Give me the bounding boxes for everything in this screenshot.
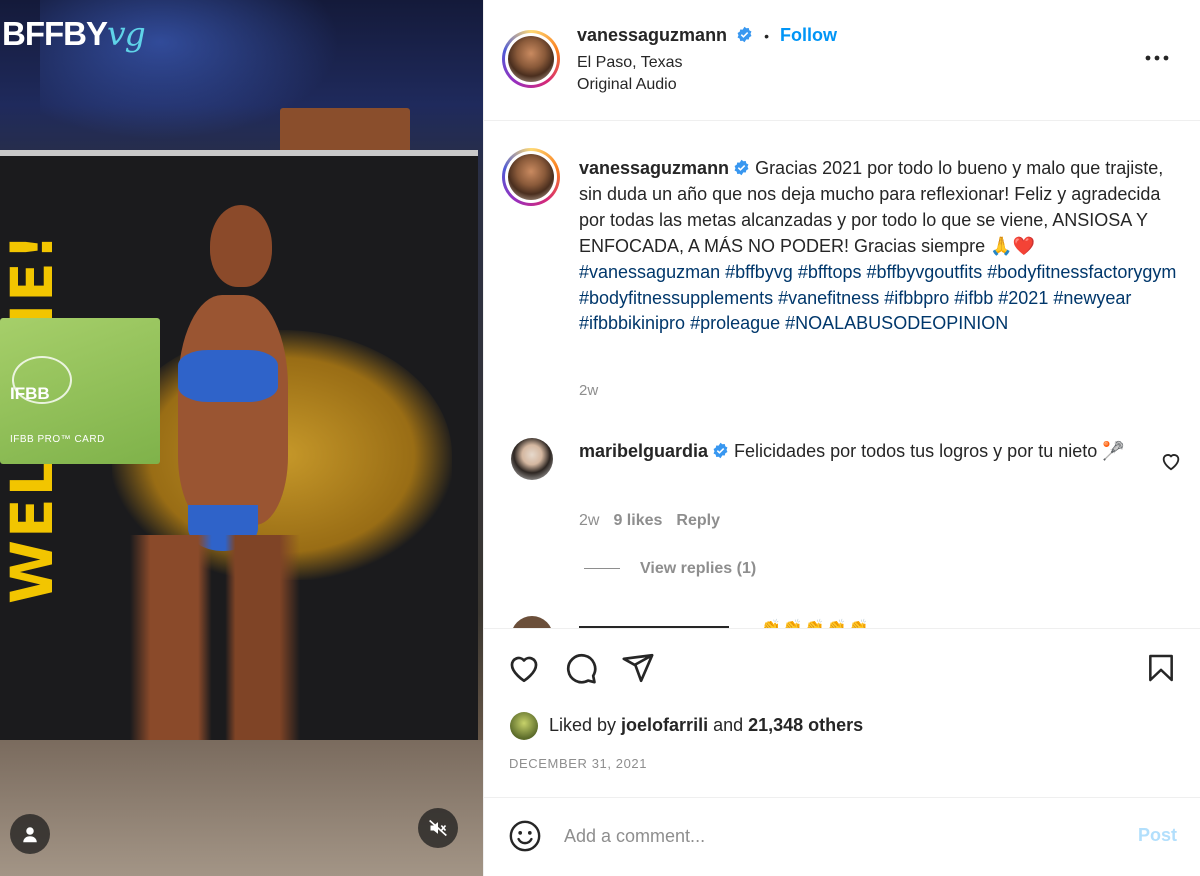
post-header: vanessaguzmann • Follow El Paso, Texas O… bbox=[484, 0, 1200, 121]
post-date[interactable]: DECEMBER 31, 2021 bbox=[509, 756, 647, 771]
partial-commenter-username[interactable] bbox=[579, 616, 729, 628]
header-separator: • bbox=[764, 28, 769, 44]
heart-icon bbox=[510, 656, 538, 683]
commenter-username[interactable]: maribelguardia bbox=[579, 441, 708, 461]
likes-count[interactable]: 21,348 others bbox=[748, 715, 863, 735]
reply-button[interactable]: Reply bbox=[676, 512, 720, 529]
bookmark-icon bbox=[1149, 654, 1173, 682]
comment-body: Felicidades por todos tus logros y por t… bbox=[729, 441, 1125, 461]
floor bbox=[0, 740, 483, 876]
more-options-icon bbox=[1145, 55, 1169, 61]
liker-username[interactable]: joelofarrili bbox=[621, 715, 708, 735]
comment-likes[interactable]: 9 likes bbox=[613, 512, 662, 529]
athlete-figure bbox=[130, 201, 310, 815]
view-replies-button[interactable]: View replies (1) bbox=[584, 560, 756, 578]
comment-meta: 2w 9 likes Reply bbox=[579, 512, 720, 530]
liker-avatar[interactable] bbox=[510, 712, 538, 740]
post-audio[interactable]: Original Audio bbox=[577, 76, 677, 94]
author-avatar[interactable] bbox=[502, 30, 560, 88]
partial-comment-item: 👏👏👏👏👏 bbox=[511, 614, 1191, 628]
share-icon bbox=[622, 653, 654, 683]
brand-main: BFFBY bbox=[2, 15, 108, 52]
post-details-panel: vanessaguzmann • Follow El Paso, Texas O… bbox=[483, 0, 1200, 876]
action-bar bbox=[484, 628, 1200, 708]
caption-author-avatar[interactable] bbox=[502, 148, 560, 206]
caption-hashtags[interactable]: #vanessaguzman #bffbyvg #bfftops #bffbyv… bbox=[579, 262, 1176, 334]
comment-button[interactable] bbox=[564, 651, 598, 685]
ifbb-card-label: IFBB PRO™ CARD bbox=[10, 434, 105, 445]
verified-badge-icon bbox=[713, 442, 728, 459]
author-line: vanessaguzmann • Follow bbox=[577, 25, 837, 46]
emoji-icon[interactable] bbox=[508, 819, 542, 853]
save-button[interactable] bbox=[1144, 651, 1178, 685]
comment-icon bbox=[566, 654, 597, 684]
caption-username[interactable]: vanessaguzmann bbox=[579, 158, 729, 178]
audio-toggle-button[interactable] bbox=[418, 808, 458, 848]
more-options-button[interactable] bbox=[1142, 46, 1172, 70]
partial-commenter-avatar[interactable] bbox=[511, 616, 553, 628]
replies-divider bbox=[584, 568, 620, 570]
follow-button[interactable]: Follow bbox=[780, 25, 837, 45]
likes-middle: and bbox=[708, 715, 749, 735]
brand-watermark: BFFBYvg bbox=[2, 14, 146, 53]
likes-text: Liked by joelofarrili and 21,348 others bbox=[549, 715, 863, 736]
muted-audio-icon bbox=[429, 819, 447, 837]
comment-input[interactable] bbox=[564, 820, 1104, 852]
comment-like-heart-icon[interactable] bbox=[1160, 450, 1182, 472]
post-comment-button[interactable]: Post bbox=[1138, 825, 1177, 846]
author-username[interactable]: vanessaguzmann bbox=[577, 25, 727, 45]
ifbb-card-brand: IFBB bbox=[10, 384, 50, 403]
add-comment-bar: Post bbox=[484, 797, 1200, 876]
caption-text: vanessaguzmann Gracias 2021 por todo lo … bbox=[579, 156, 1179, 337]
verified-badge-icon bbox=[734, 159, 749, 176]
tagged-users-button[interactable] bbox=[10, 814, 50, 854]
commenter-avatar[interactable] bbox=[511, 438, 553, 480]
caption-timestamp[interactable]: 2w bbox=[579, 382, 598, 399]
post-location[interactable]: El Paso, Texas bbox=[577, 54, 683, 72]
user-icon bbox=[23, 827, 37, 843]
brand-script: vg bbox=[107, 14, 146, 53]
comment-text: maribelguardia Felicidades por todos tus… bbox=[579, 438, 1139, 464]
view-replies-label: View replies (1) bbox=[640, 560, 757, 577]
verified-badge-icon bbox=[737, 26, 752, 43]
share-button[interactable] bbox=[621, 651, 655, 685]
comments-section[interactable]: vanessaguzmann Gracias 2021 por todo lo … bbox=[484, 122, 1200, 628]
comment-timestamp[interactable]: 2w bbox=[579, 512, 599, 529]
post-media[interactable]: WELCOME! IFBB IFBB PRO™ CARD BFFBYvg bbox=[0, 0, 483, 876]
likes-prefix: Liked by bbox=[549, 715, 622, 735]
partial-comment-body: 👏👏👏👏👏 bbox=[761, 618, 871, 628]
like-button[interactable] bbox=[507, 651, 541, 685]
